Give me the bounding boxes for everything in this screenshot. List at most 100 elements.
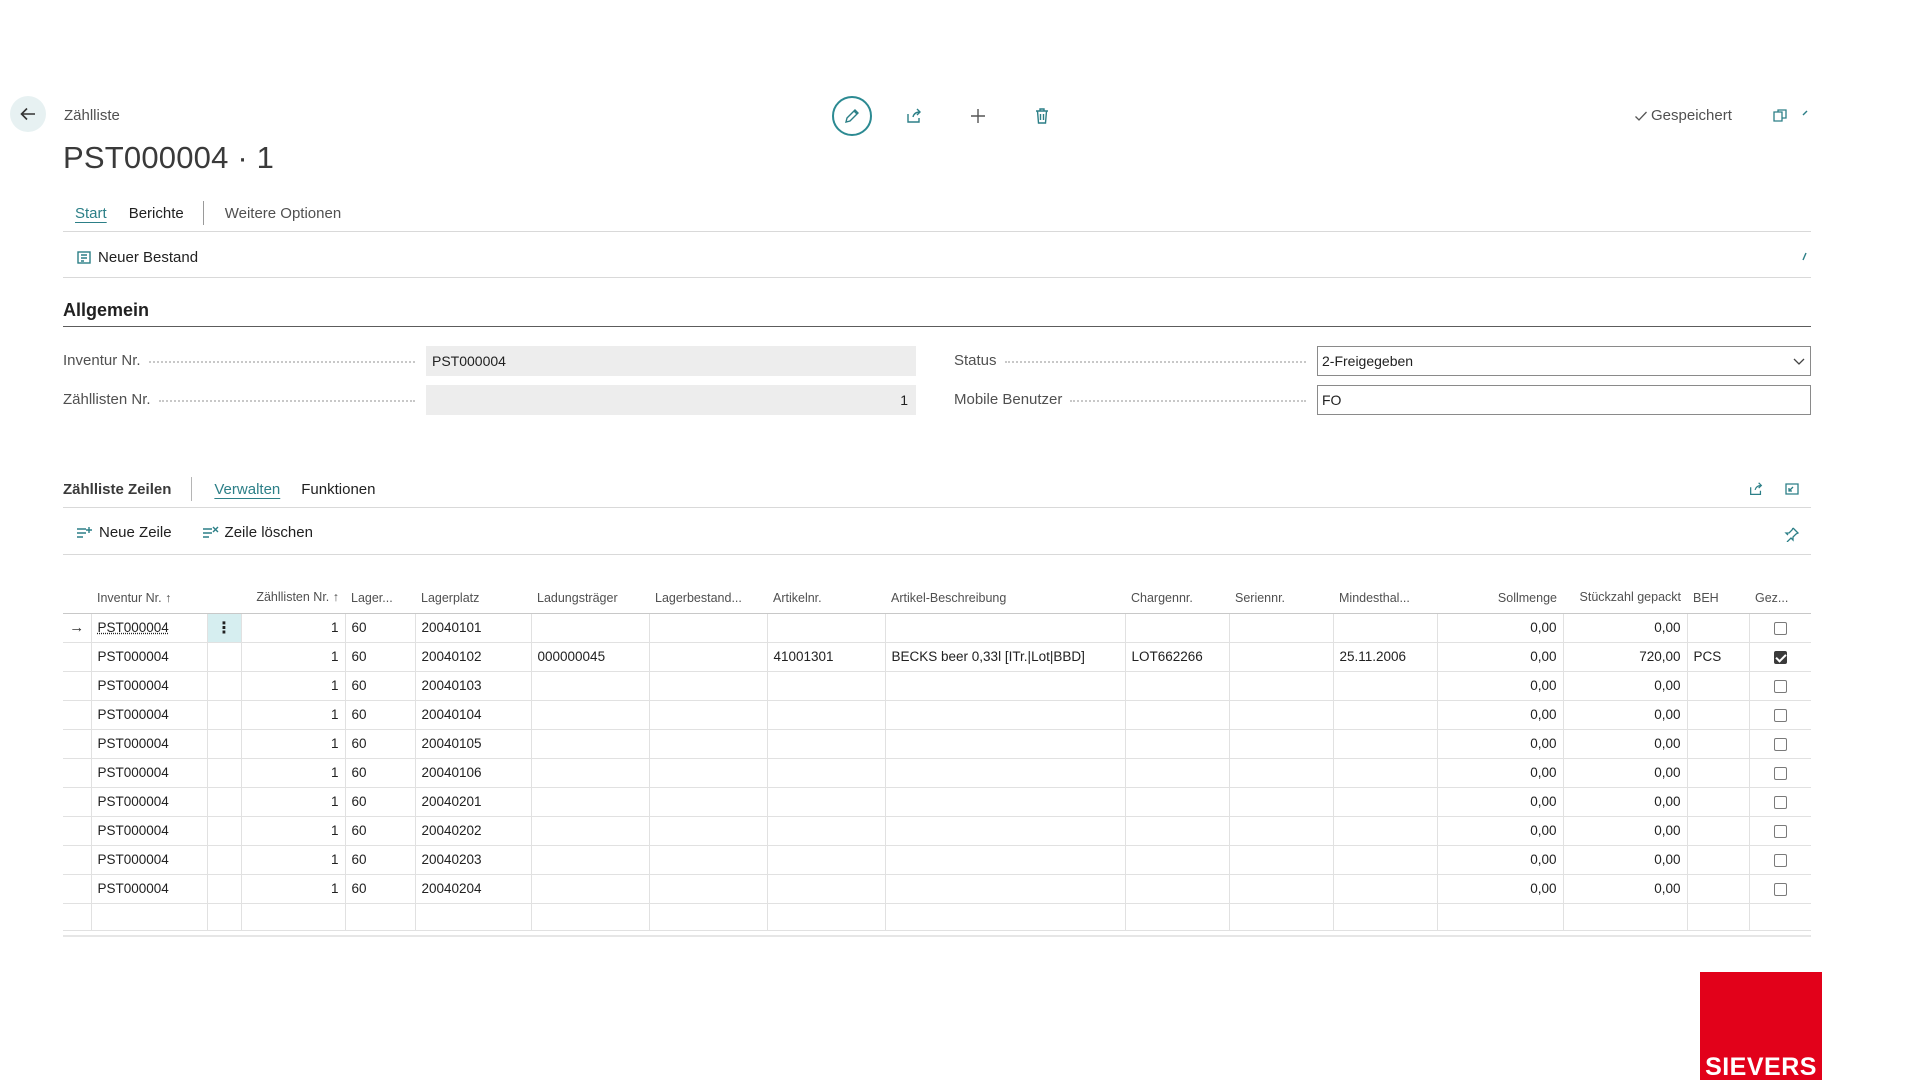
cell-beh[interactable] [1687, 758, 1749, 787]
table-row[interactable]: → PST000004 ⋮ 1 60 20040101 0,00 0,00 [63, 613, 1811, 642]
delete-button[interactable] [1028, 102, 1056, 130]
table-row[interactable]: PST000004 1 60 20040102 000000045 41001301 BEC… [63, 642, 1811, 671]
cell-artikelnr[interactable] [767, 671, 885, 700]
cell-chargennr[interactable] [1125, 729, 1229, 758]
column-header[interactable]: Seriennr. [1229, 565, 1333, 613]
cell-lager[interactable]: 60 [345, 845, 415, 874]
cell-lager[interactable]: 60 [345, 700, 415, 729]
cell-stueckzahl-gepackt[interactable]: 0,00 [1563, 613, 1687, 642]
cell-artikelnr[interactable] [767, 845, 885, 874]
cell-beh[interactable]: PCS [1687, 642, 1749, 671]
open-new-window-button[interactable] [1766, 102, 1794, 130]
cell-sollmenge[interactable]: 0,00 [1437, 613, 1563, 642]
cell-seriennr[interactable] [1229, 700, 1333, 729]
empty-cell[interactable] [415, 903, 531, 930]
cell-artikelnr[interactable]: 41001301 [767, 642, 885, 671]
cell-lagerbestand[interactable] [649, 729, 767, 758]
cell-sollmenge[interactable]: 0,00 [1437, 758, 1563, 787]
column-header[interactable]: Stückzahl gepackt [1563, 565, 1687, 613]
cell-artikelnr[interactable] [767, 816, 885, 845]
cell-seriennr[interactable] [1229, 874, 1333, 903]
collapse-button[interactable] [1800, 104, 1814, 128]
cell-artikel-beschreibung[interactable] [885, 787, 1125, 816]
gezaehlt-checkbox[interactable] [1774, 709, 1787, 722]
empty-cell[interactable] [1229, 903, 1333, 930]
row-selector[interactable] [63, 758, 91, 787]
cell-inventur-nr[interactable]: PST000004 [91, 845, 207, 874]
cell-seriennr[interactable] [1229, 671, 1333, 700]
cell-lagerbestand[interactable] [649, 787, 767, 816]
cell-stueckzahl-gepackt[interactable]: 0,00 [1563, 729, 1687, 758]
table-row[interactable]: PST000004 1 60 20040106 0,00 0,00 [63, 758, 1811, 787]
cell-zaehllisten-nr[interactable]: 1 [241, 671, 345, 700]
cell-sollmenge[interactable]: 0,00 [1437, 845, 1563, 874]
add-button[interactable] [964, 102, 992, 130]
cell-ladungstraeger[interactable] [531, 758, 649, 787]
row-menu-cell[interactable] [207, 816, 241, 845]
lines-title[interactable]: Zählliste Zeilen [63, 481, 171, 498]
cell-ladungstraeger[interactable] [531, 671, 649, 700]
cell-stueckzahl-gepackt[interactable]: 0,00 [1563, 700, 1687, 729]
edit-button[interactable] [832, 96, 872, 136]
column-header[interactable]: Lagerplatz [415, 565, 531, 613]
new-line-button[interactable]: Neue Zeile [76, 524, 172, 541]
column-header[interactable]: Artikel-Beschreibung [885, 565, 1125, 613]
cell-mindesthaltbarkeit[interactable] [1333, 758, 1437, 787]
cell-chargennr[interactable] [1125, 700, 1229, 729]
cell-ladungstraeger[interactable] [531, 816, 649, 845]
cell-artikel-beschreibung[interactable] [885, 758, 1125, 787]
cell-inventur-nr[interactable]: PST000004 [91, 613, 207, 642]
cell-mindesthaltbarkeit[interactable] [1333, 700, 1437, 729]
row-selector[interactable] [63, 874, 91, 903]
cell-inventur-nr[interactable]: PST000004 [91, 700, 207, 729]
cell-seriennr[interactable] [1229, 845, 1333, 874]
cell-artikelnr[interactable] [767, 729, 885, 758]
tab-funktionen[interactable]: Funktionen [301, 481, 375, 498]
cell-seriennr[interactable] [1229, 642, 1333, 671]
gezaehlt-checkbox[interactable] [1774, 796, 1787, 809]
gezaehlt-checkbox[interactable] [1774, 767, 1787, 780]
gezaehlt-checkbox[interactable] [1774, 854, 1787, 867]
cell-lagerplatz[interactable]: 20040105 [415, 729, 531, 758]
cell-artikelnr[interactable] [767, 700, 885, 729]
empty-cell[interactable] [207, 903, 241, 930]
cell-sollmenge[interactable]: 0,00 [1437, 816, 1563, 845]
cell-artikel-beschreibung[interactable] [885, 729, 1125, 758]
lines-expand-button[interactable] [1778, 475, 1806, 503]
cell-stueckzahl-gepackt[interactable]: 0,00 [1563, 787, 1687, 816]
empty-cell[interactable] [885, 903, 1125, 930]
cell-lagerplatz[interactable]: 20040103 [415, 671, 531, 700]
cell-artikel-beschreibung[interactable] [885, 845, 1125, 874]
row-menu-cell[interactable] [207, 845, 241, 874]
cell-lager[interactable]: 60 [345, 671, 415, 700]
gezaehlt-checkbox[interactable] [1774, 680, 1787, 693]
empty-cell[interactable] [1687, 903, 1749, 930]
empty-cell[interactable] [649, 903, 767, 930]
cell-lagerbestand[interactable] [649, 758, 767, 787]
empty-cell[interactable] [1125, 903, 1229, 930]
cell-ladungstraeger[interactable] [531, 729, 649, 758]
table-row[interactable]: PST000004 1 60 20040203 0,00 0,00 [63, 845, 1811, 874]
row-selector[interactable] [63, 700, 91, 729]
cell-artikelnr[interactable] [767, 613, 885, 642]
cell-lagerplatz[interactable]: 20040201 [415, 787, 531, 816]
empty-cell[interactable] [531, 903, 649, 930]
cell-lager[interactable]: 60 [345, 787, 415, 816]
cell-lagerplatz[interactable]: 20040106 [415, 758, 531, 787]
cell-artikelnr[interactable] [767, 787, 885, 816]
cell-beh[interactable] [1687, 787, 1749, 816]
row-menu-cell[interactable] [207, 642, 241, 671]
cell-beh[interactable] [1687, 845, 1749, 874]
empty-cell[interactable] [345, 903, 415, 930]
table-row[interactable]: PST000004 1 60 20040103 0,00 0,00 [63, 671, 1811, 700]
cell-sollmenge[interactable]: 0,00 [1437, 671, 1563, 700]
zaehllisten-nr-field[interactable]: 1 [426, 385, 916, 415]
cell-lagerbestand[interactable] [649, 613, 767, 642]
cell-mindesthaltbarkeit[interactable] [1333, 874, 1437, 903]
gezaehlt-checkbox[interactable] [1774, 738, 1787, 751]
column-header[interactable]: Inventur Nr. ↑ [91, 565, 207, 613]
column-header[interactable]: Lager... [345, 565, 415, 613]
cell-zaehllisten-nr[interactable]: 1 [241, 787, 345, 816]
cell-inventur-nr[interactable]: PST000004 [91, 874, 207, 903]
cell-lagerbestand[interactable] [649, 700, 767, 729]
